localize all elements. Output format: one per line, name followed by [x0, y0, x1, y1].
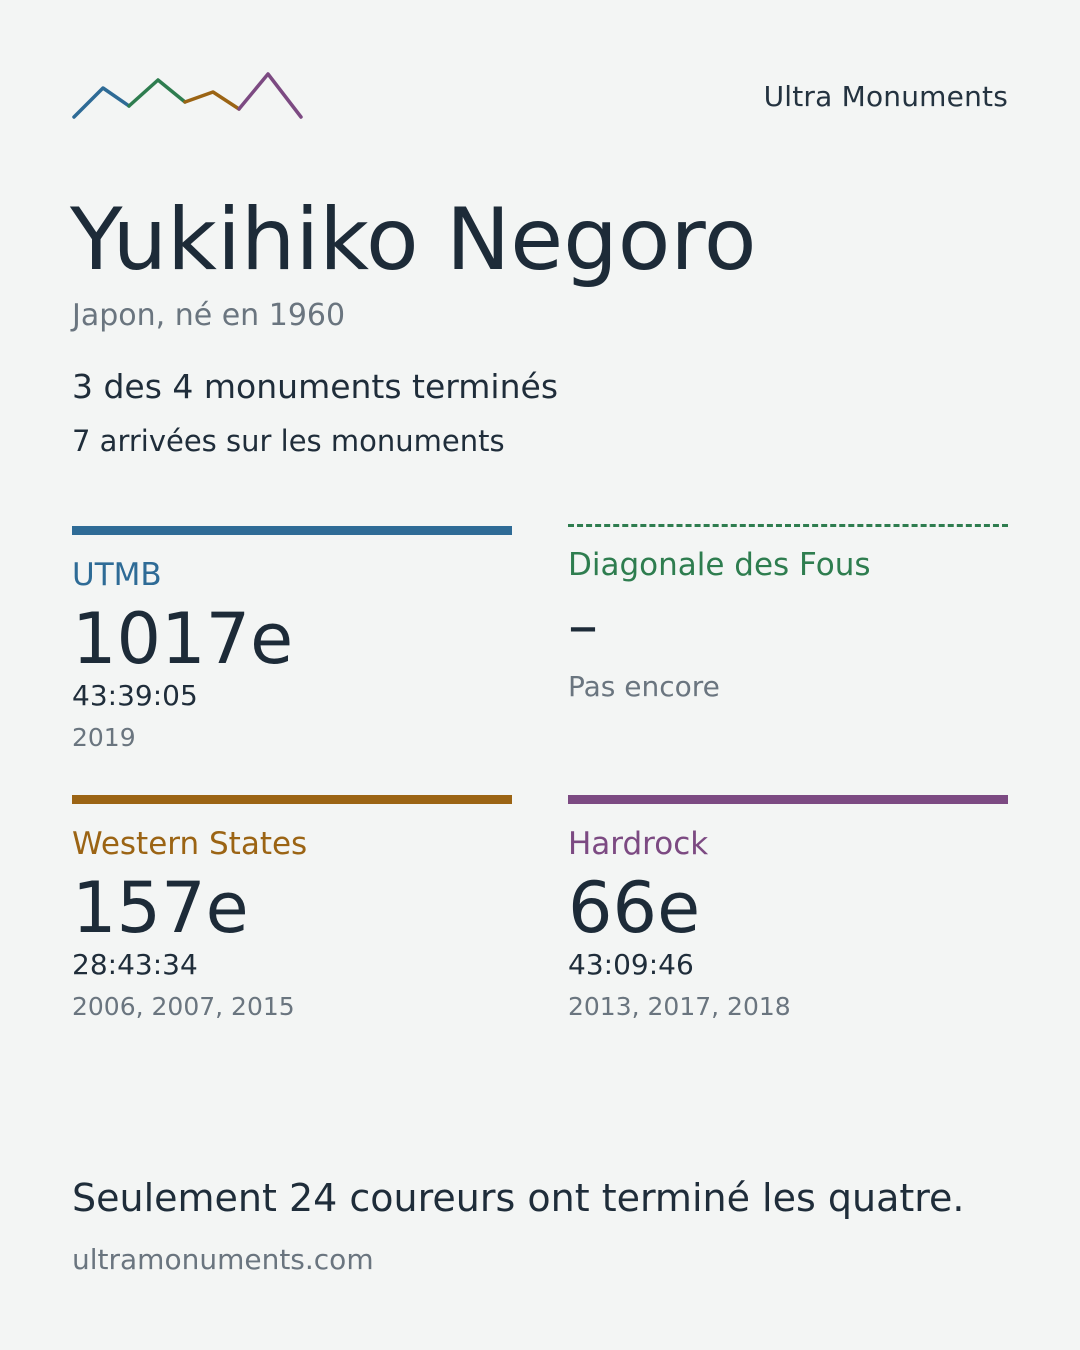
monuments-completed: 3 des 4 monuments terminés: [72, 367, 559, 406]
race-years: 2013, 2017, 2018: [568, 992, 791, 1021]
runner-origin: Japon, né en 1960: [72, 298, 346, 333]
race-rank: 157e: [72, 867, 249, 949]
race-card-hardrock: Hardrock 66e 43:09:46 2013, 2017, 2018: [568, 795, 1008, 1024]
race-card-western-states: Western States 157e 28:43:34 2006, 2007,…: [72, 795, 512, 1024]
race-years: 2019: [72, 723, 136, 752]
race-status: Pas encore: [568, 670, 720, 703]
race-color-bar: [72, 526, 512, 535]
race-color-bar: [568, 795, 1008, 804]
race-color-bar-dashed: [568, 524, 1008, 527]
race-name: Diagonale des Fous: [568, 547, 871, 583]
race-years: 2006, 2007, 2015: [72, 992, 295, 1021]
mountains-logo-icon: [72, 72, 303, 119]
footer-note: Seulement 24 coureurs ont terminé les qu…: [72, 1176, 965, 1220]
race-name: Hardrock: [568, 826, 709, 862]
race-name: Western States: [72, 826, 308, 862]
runner-name: Yukihiko Negoro: [70, 190, 757, 290]
website-link[interactable]: ultramonuments.com: [72, 1242, 374, 1278]
race-name: UTMB: [72, 557, 162, 593]
monument-finishes: 7 arrivées sur les monuments: [72, 424, 505, 458]
race-card-utmb: UTMB 1017e 43:39:05 2019: [72, 526, 512, 755]
race-time: 43:39:05: [72, 679, 198, 712]
race-rank-placeholder: –: [568, 591, 598, 661]
race-rank: 66e: [568, 867, 701, 949]
profile-card: Ultra Monuments Yukihiko Negoro Japon, n…: [0, 0, 1080, 1350]
race-time: 43:09:46: [568, 948, 694, 981]
brand-name: Ultra Monuments: [763, 80, 1008, 113]
race-color-bar: [72, 795, 512, 804]
race-card-diagonale: Diagonale des Fous – Pas encore: [568, 524, 1008, 705]
race-time: 28:43:34: [72, 948, 198, 981]
race-rank: 1017e: [72, 598, 294, 680]
